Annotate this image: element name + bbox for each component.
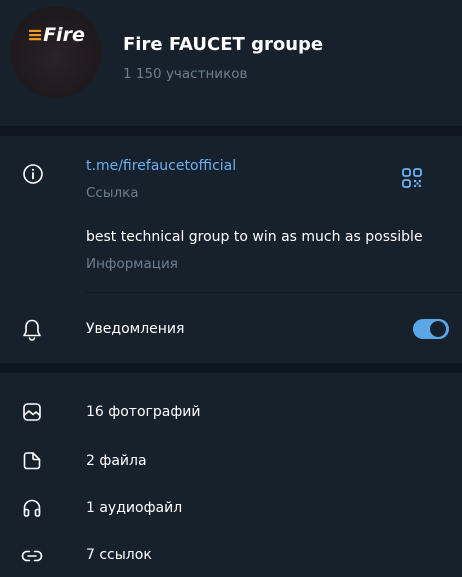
media-photos[interactable]: 16 фотографий bbox=[86, 404, 201, 420]
row-separator bbox=[86, 292, 462, 293]
notifications-label: Уведомления bbox=[86, 321, 185, 337]
media-audio[interactable]: 1 аудиофайл bbox=[86, 500, 182, 516]
group-link[interactable]: t.me/firefaucetofficial bbox=[86, 158, 236, 174]
member-count: 1 150 участников bbox=[123, 66, 248, 82]
group-header: ≡Fire Fire FAUCET groupe 1 150 участнико… bbox=[0, 0, 462, 126]
link-caption: Ссылка bbox=[86, 185, 139, 201]
qr-code-button[interactable] bbox=[400, 166, 424, 190]
link-icon bbox=[20, 544, 44, 568]
media-files[interactable]: 2 файла bbox=[86, 453, 147, 469]
toggle-knob bbox=[428, 319, 448, 339]
file-icon bbox=[20, 449, 44, 473]
avatar[interactable]: ≡Fire bbox=[10, 6, 102, 98]
qr-code-icon bbox=[402, 168, 422, 188]
bell-icon bbox=[20, 318, 44, 342]
avatar-logo: ≡Fire bbox=[27, 24, 85, 46]
headphones-icon bbox=[20, 496, 44, 520]
photo-icon bbox=[20, 400, 44, 424]
info-icon bbox=[21, 162, 45, 186]
notifications-toggle[interactable] bbox=[413, 319, 449, 339]
media-links[interactable]: 7 ссылок bbox=[86, 547, 152, 563]
section-divider bbox=[0, 363, 462, 373]
group-title: Fire FAUCET groupe bbox=[123, 34, 324, 55]
description-caption: Информация bbox=[86, 256, 178, 272]
section-divider bbox=[0, 126, 462, 136]
group-info-panel: ≡Fire Fire FAUCET groupe 1 150 участнико… bbox=[0, 0, 462, 577]
group-description: best technical group to win as much as p… bbox=[86, 229, 423, 245]
